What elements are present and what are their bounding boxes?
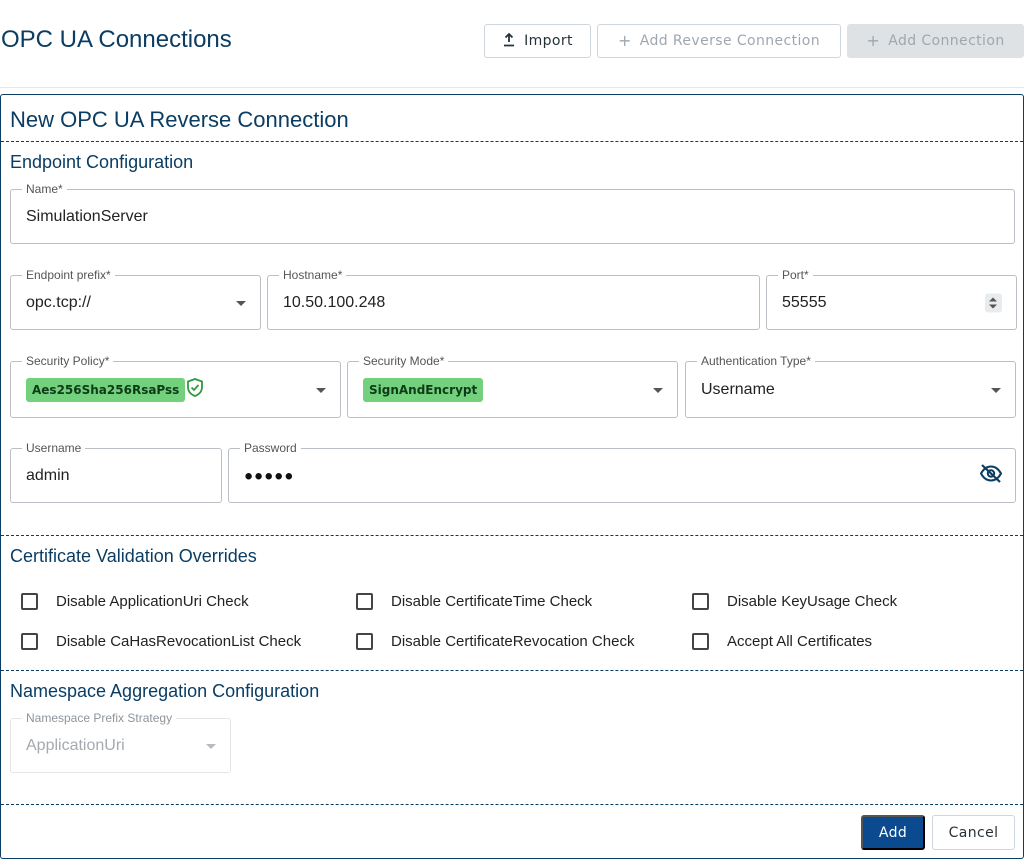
checkbox-box[interactable] — [21, 593, 38, 610]
section-divider — [1, 670, 1023, 671]
chevron-down-icon — [206, 743, 216, 749]
hostname-field[interactable]: Hostname* 10.50.100.248 — [267, 268, 760, 330]
security-policy-select[interactable]: Security Policy* Aes256Sha256RsaPss — [10, 354, 341, 418]
shield-check-icon — [186, 377, 204, 402]
plus-icon: + — [617, 31, 632, 50]
checkbox-label: Disable KeyUsage Check — [727, 593, 898, 610]
port-label: Port* — [778, 268, 813, 282]
cancel-button[interactable]: Cancel — [932, 815, 1015, 850]
port-field[interactable]: Port* 55555 — [766, 268, 1017, 330]
endpoint-section-title: Endpoint Configuration — [10, 152, 194, 172]
namespace-prefix-strategy-label: Namespace Prefix Strategy — [22, 711, 177, 725]
port-stepper-icon[interactable] — [985, 293, 1002, 312]
chevron-down-icon — [653, 387, 663, 393]
section-divider — [1, 535, 1023, 536]
chevron-down-icon — [991, 387, 1001, 393]
disable-certificaterevocation-checkbox[interactable]: Disable CertificateRevocation Check — [356, 633, 634, 650]
authentication-type-select[interactable]: Authentication Type* Username — [685, 354, 1016, 418]
authentication-type-label: Authentication Type* — [697, 354, 815, 368]
checkbox-label: Accept All Certificates — [727, 633, 873, 650]
port-value: 55555 — [782, 293, 827, 311]
name-field[interactable]: Name* SimulationServer — [10, 182, 1015, 244]
disable-cahasrevocationlist-checkbox[interactable]: Disable CaHasRevocationList Check — [21, 633, 301, 650]
disable-keyusage-checkbox[interactable]: Disable KeyUsage Check — [692, 593, 897, 610]
chevron-down-icon — [236, 300, 246, 306]
chevron-down-icon — [316, 387, 326, 393]
disable-applicationuri-checkbox[interactable]: Disable ApplicationUri Check — [21, 593, 249, 610]
page-title: OPC UA Connections — [1, 26, 232, 53]
add-reverse-connection-button[interactable]: + Add Reverse Connection — [597, 24, 841, 58]
username-label: Username — [22, 441, 86, 455]
section-divider — [1, 804, 1023, 805]
header-divider — [0, 87, 1024, 88]
hostname-value: 10.50.100.248 — [283, 293, 386, 311]
import-label: Import — [524, 33, 573, 49]
add-reverse-connection-label: Add Reverse Connection — [639, 33, 821, 49]
checkbox-box[interactable] — [21, 633, 38, 650]
hostname-label: Hostname* — [279, 268, 347, 282]
disable-certificatetime-checkbox[interactable]: Disable CertificateTime Check — [356, 593, 592, 610]
name-label: Name* — [22, 182, 67, 196]
upload-icon — [502, 32, 516, 50]
checkbox-label: Disable ApplicationUri Check — [56, 593, 249, 610]
endpoint-prefix-value: opc.tcp:// — [26, 293, 91, 311]
authentication-type-value: Username — [701, 380, 775, 398]
accept-all-certificates-checkbox[interactable]: Accept All Certificates — [692, 633, 872, 650]
form-title: New OPC UA Reverse Connection — [10, 107, 349, 132]
security-policy-label: Security Policy* — [22, 354, 114, 368]
section-divider — [1, 141, 1023, 142]
namespace-prefix-strategy-select[interactable]: Namespace Prefix Strategy ApplicationUri — [10, 711, 231, 773]
add-button[interactable]: Add — [861, 815, 925, 850]
endpoint-prefix-select[interactable]: Endpoint prefix* opc.tcp:// — [10, 268, 261, 330]
checkbox-label: Disable CaHasRevocationList Check — [56, 633, 302, 650]
checkbox-label: Disable CertificateTime Check — [391, 593, 593, 610]
plus-icon: + — [866, 31, 881, 50]
import-button[interactable]: Import — [484, 24, 591, 58]
eye-off-icon[interactable] — [979, 463, 1003, 488]
reverse-connection-form: New OPC UA Reverse Connection Endpoint C… — [0, 94, 1024, 859]
checkbox-label: Disable CertificateRevocation Check — [391, 633, 635, 650]
security-policy-chip: Aes256Sha256RsaPss — [26, 377, 186, 402]
checkbox-box[interactable] — [356, 593, 373, 610]
checkbox-box[interactable] — [356, 633, 373, 650]
namespace-prefix-strategy-value: ApplicationUri — [26, 736, 125, 754]
security-mode-label: Security Mode* — [359, 354, 449, 368]
password-label: Password — [240, 441, 301, 455]
username-value: admin — [26, 466, 70, 484]
namespace-section-title: Namespace Aggregation Configuration — [10, 681, 320, 701]
certificates-section-title: Certificate Validation Overrides — [10, 546, 257, 566]
checkbox-box[interactable] — [692, 593, 709, 610]
password-value: ●●●●● — [244, 467, 295, 484]
add-connection-label: Add Connection — [888, 33, 1005, 49]
username-field[interactable]: Username admin — [10, 441, 222, 503]
password-field[interactable]: Password ●●●●● — [228, 441, 1016, 503]
endpoint-prefix-label: Endpoint prefix* — [22, 268, 115, 282]
name-value: SimulationServer — [26, 207, 148, 225]
security-mode-chip: SignAndEncrypt — [363, 377, 484, 402]
security-mode-select[interactable]: Security Mode* SignAndEncrypt — [347, 354, 678, 418]
add-connection-button[interactable]: + Add Connection — [847, 24, 1024, 58]
checkbox-box[interactable] — [692, 633, 709, 650]
